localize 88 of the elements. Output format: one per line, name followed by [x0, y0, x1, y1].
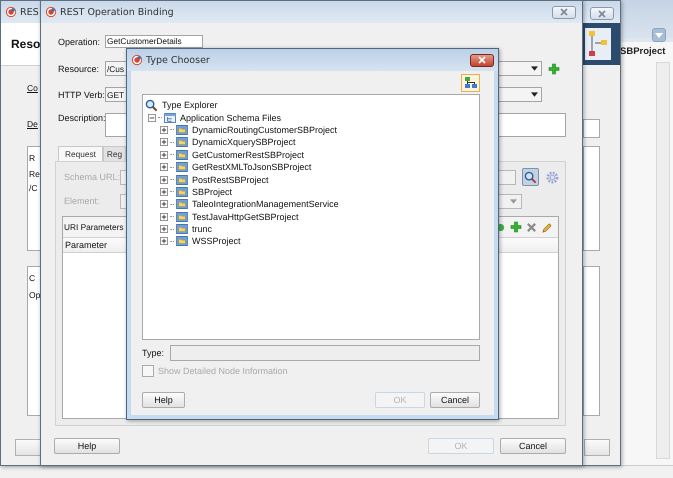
magnifier-icon: [145, 98, 158, 112]
expand-icon[interactable]: [160, 225, 168, 234]
tab[interactable]: Reg: [102, 146, 126, 161]
expand-icon[interactable]: [160, 126, 168, 134]
expand-icon[interactable]: [160, 200, 168, 208]
dropdown-arrow-icon: [510, 198, 517, 204]
dropdown-arrow-icon: [531, 92, 538, 97]
folder-icon: [176, 186, 188, 197]
tree-item[interactable]: DynamicXquerySBProject: [190, 137, 296, 148]
folder-icon: [176, 137, 188, 148]
tree-item[interactable]: GetCustomerRestSBProject: [190, 150, 304, 160]
type-field[interactable]: [170, 344, 480, 360]
close-icon: [477, 56, 487, 64]
folder-icon: [176, 174, 188, 185]
field-label: Type:: [142, 348, 164, 358]
window-title: RES: [20, 6, 39, 18]
window-title: Type Chooser: [146, 54, 210, 66]
field-label: Description:: [58, 113, 105, 123]
expand-icon[interactable]: [160, 163, 168, 172]
field-label: Operation:: [58, 36, 102, 46]
dropdown-button[interactable]: [652, 28, 666, 42]
tree-item[interactable]: Type Explorer: [160, 100, 218, 110]
add-icon[interactable]: [548, 62, 560, 74]
button[interactable]: Help: [142, 392, 185, 408]
column-header: C: [29, 273, 36, 283]
folder-icon: [176, 124, 188, 135]
tree-item[interactable]: TaleoIntegrationManagementService: [190, 199, 339, 210]
window-title: REST Operation Binding: [60, 6, 174, 18]
field-label: HTTP Verb:: [58, 90, 105, 100]
tab-label: R: [29, 153, 36, 163]
folder-icon: [176, 150, 188, 160]
text-field[interactable]: [583, 119, 600, 138]
field-label: Resource:: [58, 64, 100, 74]
table-cell: Op: [29, 290, 40, 300]
collapse-icon[interactable]: [148, 114, 156, 122]
folder-icon: [176, 199, 188, 210]
tree-item[interactable]: SBProject: [190, 186, 232, 197]
search-button[interactable]: [522, 168, 540, 186]
folder-icon: [176, 212, 188, 222]
close-button[interactable]: [470, 54, 494, 66]
tree-item[interactable]: PostRestSBProject: [190, 174, 269, 185]
tree-item[interactable]: Application Schema Files: [178, 112, 282, 123]
scrollbar[interactable]: [656, 62, 670, 459]
expand-icon[interactable]: [160, 237, 168, 246]
button[interactable]: [15, 439, 42, 456]
app-logo-icon: [131, 54, 143, 66]
field-label: Co: [27, 83, 38, 93]
field-label: De: [27, 119, 38, 129]
expand-icon[interactable]: [160, 150, 168, 159]
text-field[interactable]: GetCustomerDetails: [105, 35, 203, 48]
pencil-icon[interactable]: [541, 222, 552, 232]
field-label: Element:: [63, 196, 101, 206]
checkbox-label: Show Detailed Node Information: [158, 366, 288, 376]
app-logo-icon: [5, 6, 17, 18]
field-label: Schema URL:: [63, 172, 117, 182]
flowchart-icon: [583, 26, 613, 62]
button[interactable]: [584, 439, 610, 456]
hierarchy-button[interactable]: [461, 74, 480, 92]
project-tab[interactable]: SBProject: [620, 46, 666, 57]
tree-item[interactable]: trunc: [190, 224, 212, 234]
folder-icon: [176, 236, 188, 246]
tree-item[interactable]: GetRestXMLToJsonSBProject: [190, 162, 312, 172]
tree-item[interactable]: DynamicRoutingCustomerSBProject: [190, 124, 338, 135]
tree-item[interactable]: TestJavaHttpGetSBProject: [190, 212, 299, 222]
app-logo-icon: [45, 6, 57, 18]
expand-icon[interactable]: [160, 176, 168, 184]
expand-icon[interactable]: [160, 138, 168, 146]
tab[interactable]: Request: [58, 146, 103, 161]
table-cell: /C: [29, 183, 38, 193]
tree-item[interactable]: WSSProject: [190, 236, 241, 246]
delete-icon[interactable]: [526, 222, 537, 232]
close-icon: [597, 10, 607, 18]
folder-icon: [176, 162, 188, 172]
button[interactable]: Help: [54, 438, 120, 454]
button[interactable]: Cancel: [430, 392, 480, 408]
button[interactable]: Cancel: [500, 438, 566, 454]
expand-icon[interactable]: [160, 188, 168, 196]
table-cell: Re: [29, 169, 40, 179]
column-header[interactable]: Parameter: [63, 240, 108, 250]
close-icon: [559, 8, 569, 16]
dropdown-arrow-icon: [655, 32, 663, 38]
dropdown-arrow-icon: [531, 66, 538, 71]
expand-icon[interactable]: [160, 212, 168, 221]
add-icon[interactable]: [510, 221, 522, 233]
dialog-heading: Reso: [11, 37, 40, 51]
folder-icon: [176, 224, 188, 234]
schema-icon: [164, 112, 176, 123]
panel-title: URI Parameters: [64, 222, 124, 232]
